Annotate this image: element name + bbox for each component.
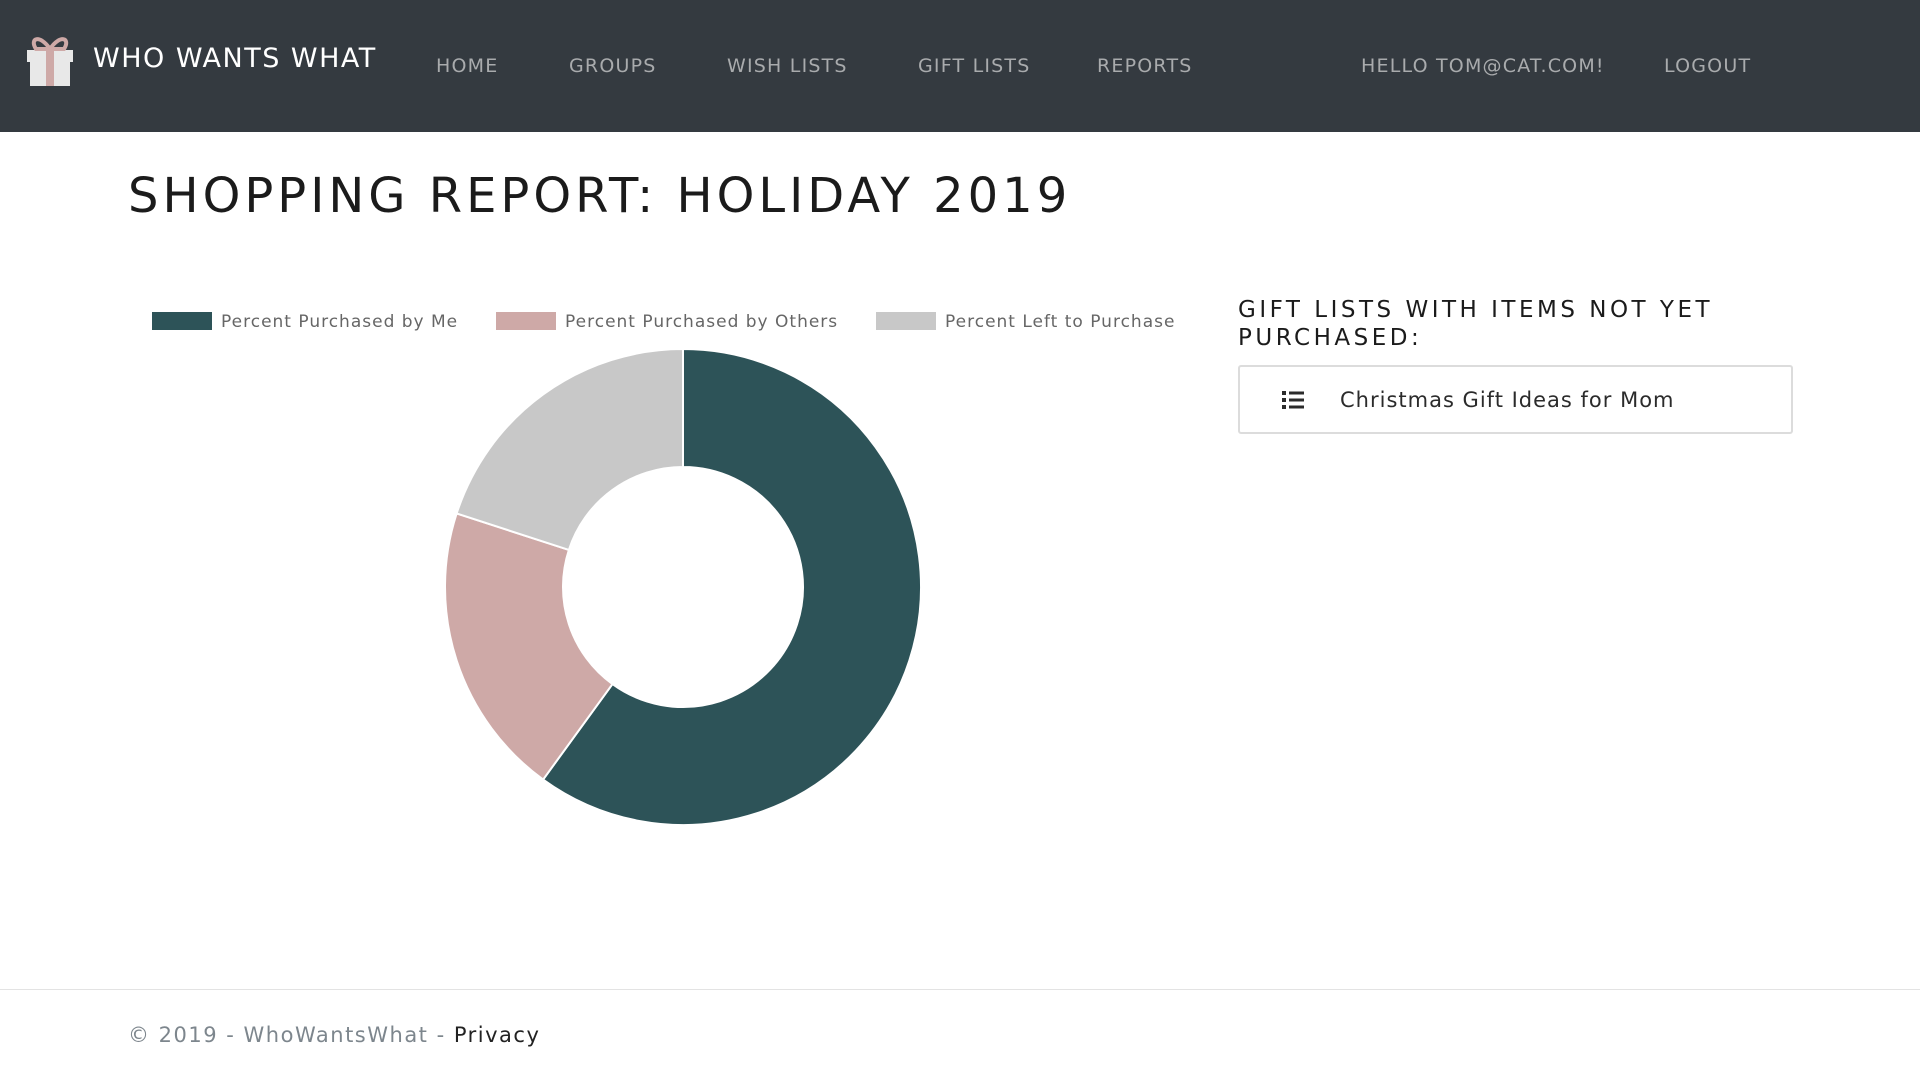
legend-label[interactable]: Percent Purchased by Others	[565, 312, 838, 332]
footer: © 2019 - WhoWantsWhat - Privacy	[128, 1020, 540, 1050]
nav-reports[interactable]: REPORTS	[1097, 52, 1193, 80]
nav-wish-lists[interactable]: WISH LISTS	[727, 52, 848, 80]
brand-link[interactable]: WHO WANTS WHAT	[25, 30, 377, 86]
list-icon	[1282, 390, 1304, 409]
nav-groups[interactable]: GROUPS	[569, 52, 657, 80]
legend-swatch[interactable]	[496, 312, 556, 330]
top-navbar: WHO WANTS WHAT HOME GROUPS WISH LISTS GI…	[0, 0, 1920, 132]
legend-swatch[interactable]	[152, 312, 212, 330]
legend-label[interactable]: Percent Left to Purchase	[945, 312, 1175, 332]
legend-swatch[interactable]	[876, 312, 936, 330]
nav-gift-lists[interactable]: GIFT LISTS	[918, 52, 1030, 80]
logout-link[interactable]: LOGOUT	[1664, 52, 1751, 80]
page-title: SHOPPING REPORT: HOLIDAY 2019	[128, 168, 1072, 224]
legend-label[interactable]: Percent Purchased by Me	[221, 312, 458, 332]
user-greeting-link[interactable]: HELLO TOM@CAT.COM!	[1361, 52, 1605, 80]
nav-home[interactable]: HOME	[436, 52, 498, 80]
brand-name: WHO WANTS WHAT	[93, 42, 377, 74]
footer-copyright: © 2019 - WhoWantsWhat -	[128, 1023, 454, 1047]
footer-divider	[0, 989, 1920, 990]
gift-list-item-label: Christmas Gift Ideas for Mom	[1340, 387, 1675, 412]
chart-legend: Percent Purchased by Me Percent Purchased…	[152, 312, 1175, 332]
gift-box-icon	[27, 37, 73, 86]
doughnut-chart: Percent Purchased by Me Percent Purchased…	[152, 312, 1175, 826]
chart-slices	[444, 347, 922, 826]
gift-list-item[interactable]: Christmas Gift Ideas for Mom	[1238, 365, 1793, 434]
chart-slice[interactable]	[455, 347, 684, 552]
gift-lists-heading: GIFT LISTS WITH ITEMS NOT YET PURCHASED:	[1238, 297, 1714, 351]
privacy-link[interactable]: Privacy	[454, 1023, 541, 1047]
